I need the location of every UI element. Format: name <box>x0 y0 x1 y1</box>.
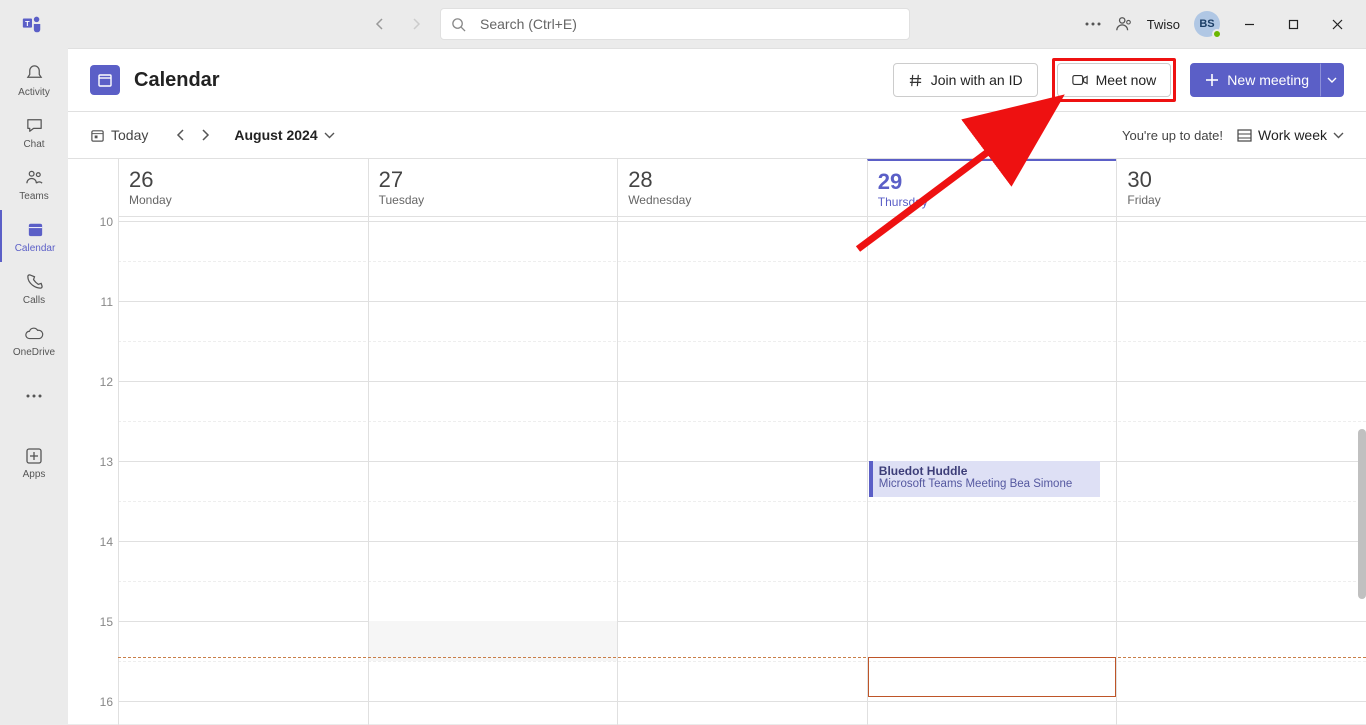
bell-icon <box>25 63 44 85</box>
search-placeholder: Search (Ctrl+E) <box>480 16 577 32</box>
rail-calls[interactable]: Calls <box>0 262 68 314</box>
day-header-mon[interactable]: 26Monday <box>118 159 368 216</box>
today-icon <box>90 128 105 143</box>
teams-icon <box>25 167 44 189</box>
ellipsis-icon <box>26 385 42 407</box>
scrollbar[interactable] <box>1358 429 1366 599</box>
maximize-button[interactable] <box>1278 9 1308 39</box>
event-bluedot-huddle[interactable]: Bluedot Huddle Microsoft Teams Meeting B… <box>869 461 1101 497</box>
new-meeting-button[interactable]: New meeting <box>1190 63 1324 97</box>
search-icon <box>451 17 466 32</box>
svg-text:T: T <box>25 19 30 28</box>
next-week-button[interactable] <box>194 124 216 146</box>
date-nav <box>170 124 216 146</box>
rail-calendar[interactable]: Calendar <box>0 210 68 262</box>
list-icon <box>1237 129 1252 142</box>
calendar-icon <box>26 219 45 241</box>
time-gutter: 10 11 12 13 14 15 16 <box>68 159 118 725</box>
presence-available-icon <box>1212 29 1222 39</box>
today-button[interactable]: Today <box>90 127 148 143</box>
hash-icon <box>908 73 923 88</box>
apps-icon <box>25 445 43 467</box>
teams-logo-icon: T <box>8 13 56 35</box>
day-header-tue[interactable]: 27Tuesday <box>368 159 618 216</box>
col-thu[interactable]: Bluedot Huddle Microsoft Teams Meeting B… <box>867 217 1117 725</box>
col-wed[interactable] <box>617 217 867 725</box>
title-bar: T Search (Ctrl+E) Twiso BS <box>0 0 1366 48</box>
rail-chat[interactable]: Chat <box>0 106 68 158</box>
more-options-button[interactable] <box>1085 22 1101 26</box>
avatar[interactable]: BS <box>1194 11 1220 37</box>
day-header-wed[interactable]: 28Wednesday <box>617 159 867 216</box>
calendar-main: Calendar Join with an ID Meet now New me… <box>68 48 1366 724</box>
rail-activity[interactable]: Activity <box>0 54 68 106</box>
col-fri[interactable] <box>1116 217 1366 725</box>
join-with-id-button[interactable]: Join with an ID <box>893 63 1038 97</box>
rail-more[interactable] <box>0 370 68 422</box>
selected-slot[interactable] <box>868 657 1117 697</box>
rail-apps[interactable]: Apps <box>0 436 68 488</box>
meet-now-button[interactable]: Meet now <box>1057 63 1172 97</box>
day-header-thu[interactable]: 29Thursday <box>867 159 1117 216</box>
chat-icon <box>25 115 44 137</box>
meet-now-highlight: Meet now <box>1052 58 1177 102</box>
page-title: Calendar <box>134 69 220 92</box>
day-header-fri[interactable]: 30Friday <box>1116 159 1366 216</box>
video-icon <box>1072 74 1088 86</box>
search-input[interactable]: Search (Ctrl+E) <box>440 8 910 40</box>
minimize-button[interactable] <box>1234 9 1264 39</box>
phone-icon <box>25 271 44 293</box>
col-mon[interactable] <box>118 217 368 725</box>
calendar-badge-icon <box>90 65 120 95</box>
chevron-down-icon <box>324 132 335 139</box>
calendar-grid[interactable]: 26Monday 27Tuesday 28Wednesday 29Thursda… <box>68 159 1366 725</box>
plus-icon <box>1205 73 1219 87</box>
view-switcher[interactable]: Work week <box>1237 127 1344 143</box>
sync-status: You're up to date! <box>1122 128 1223 143</box>
rail-onedrive[interactable]: OneDrive <box>0 314 68 366</box>
day-columns: Bluedot Huddle Microsoft Teams Meeting B… <box>118 217 1366 725</box>
calendar-header: Calendar Join with an ID Meet now New me… <box>68 49 1366 111</box>
prev-week-button[interactable] <box>170 124 192 146</box>
chevron-down-icon <box>1333 132 1344 139</box>
history-nav <box>366 10 430 38</box>
forward-button[interactable] <box>402 10 430 38</box>
app-rail: Activity Chat Teams Calendar Calls OneDr… <box>0 48 68 724</box>
new-meeting-dropdown[interactable] <box>1320 63 1344 97</box>
people-icon[interactable] <box>1115 15 1133 33</box>
rail-teams[interactable]: Teams <box>0 158 68 210</box>
month-picker[interactable]: August 2024 <box>234 127 334 143</box>
username-label: Twiso <box>1147 17 1180 32</box>
chevron-down-icon <box>1327 77 1337 83</box>
calendar-toolbar: Today August 2024 You're up to date! Wor… <box>68 111 1366 159</box>
back-button[interactable] <box>366 10 394 38</box>
cloud-icon <box>24 323 44 345</box>
day-headers: 26Monday 27Tuesday 28Wednesday 29Thursda… <box>118 159 1366 217</box>
close-button[interactable] <box>1322 9 1352 39</box>
current-time-indicator <box>118 657 1366 658</box>
col-tue[interactable] <box>368 217 618 725</box>
